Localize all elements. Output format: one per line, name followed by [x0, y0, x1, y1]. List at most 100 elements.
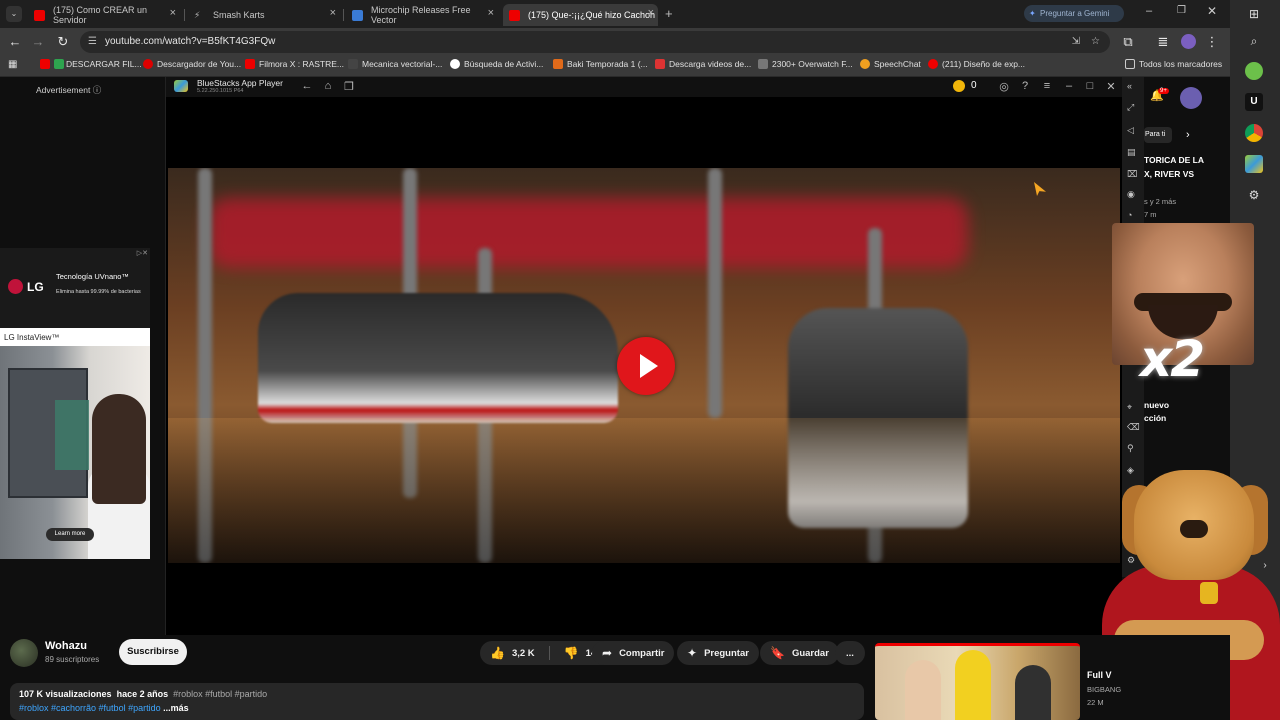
- bookmark-item[interactable]: Baki Temporada 1 (...: [553, 59, 648, 69]
- multi-instance-icon[interactable]: ❐: [342, 80, 356, 93]
- bookmark-item[interactable]: (211) Diseño de exp...: [928, 59, 1025, 69]
- all-bookmarks-folder[interactable]: Todos los marcadores: [1125, 59, 1222, 69]
- share-button[interactable]: ➦ Compartir: [592, 641, 675, 665]
- close-tab-icon[interactable]: ×: [648, 7, 654, 19]
- filter-chip-para-ti[interactable]: Para ti: [1144, 127, 1172, 143]
- menu-icon[interactable]: ≡: [1040, 80, 1054, 92]
- bookmark-item[interactable]: Descarga videos de...: [655, 59, 751, 69]
- smash-karts-icon: ⚡: [194, 9, 201, 20]
- description-box[interactable]: 107 K visualizaciones hace 2 años #roblo…: [10, 683, 864, 720]
- bookmark-item[interactable]: Descargador de You...: [143, 59, 241, 69]
- subscribe-button[interactable]: Suscribirse: [119, 639, 187, 665]
- thumbs-up-icon[interactable]: 👍: [490, 646, 505, 660]
- new-tab-button[interactable]: +: [665, 6, 673, 21]
- sparkle-icon: ✦: [687, 646, 698, 660]
- close-icon[interactable]: ✕: [1104, 80, 1118, 93]
- rec-title-line1[interactable]: TORICA DE LA: [1144, 155, 1204, 165]
- profile-avatar[interactable]: [1181, 34, 1196, 49]
- collapse-icon[interactable]: «: [1127, 81, 1132, 91]
- eraser-icon[interactable]: ⌫: [1127, 422, 1140, 433]
- windows-icon[interactable]: ⊞: [1245, 5, 1263, 23]
- lg-logo-icon: [8, 279, 23, 294]
- u-app-icon[interactable]: U: [1245, 93, 1263, 111]
- hashtags[interactable]: #roblox #futbol #partido: [173, 689, 267, 699]
- overwatch-icon: [758, 59, 768, 69]
- ask-button[interactable]: ✦ Preguntar: [677, 641, 759, 665]
- reading-list-icon[interactable]: ≣: [1155, 34, 1171, 50]
- rec2-title-line2[interactable]: cción: [1144, 413, 1166, 423]
- home-icon[interactable]: ⌂: [321, 80, 335, 92]
- apps-grid-icon[interactable]: ▦: [8, 59, 17, 70]
- learn-more-button[interactable]: Learn more: [46, 528, 94, 541]
- recommended-video-thumbnail[interactable]: [875, 643, 1080, 720]
- site-info-icon[interactable]: ☰: [88, 31, 97, 53]
- location-icon[interactable]: ⌖: [1127, 402, 1132, 413]
- channel-name[interactable]: Wohazu: [45, 640, 87, 652]
- install-icon[interactable]: ⇲: [1072, 31, 1080, 53]
- bookmark-item[interactable]: Filmora X : RASTRE...: [245, 59, 344, 69]
- rec-title-line2[interactable]: X, RIVER VS: [1144, 169, 1194, 179]
- hashtags[interactable]: #roblox #cachorrão #futbol #partido: [19, 703, 161, 713]
- play-button[interactable]: [617, 337, 675, 395]
- thumbs-down-icon[interactable]: 👎: [564, 646, 579, 660]
- bookmark-item[interactable]: Búsqueda de Activi...: [450, 59, 543, 69]
- more-actions-button[interactable]: ...: [835, 641, 865, 665]
- tab-microchip[interactable]: Microchip Releases Free Vector ×: [346, 4, 498, 26]
- bookmark-star-icon[interactable]: ☆: [1091, 31, 1100, 53]
- lg-ad-card[interactable]: ▷✕ LG Tecnología UVnano™ Elimina hasta 9…: [0, 248, 150, 559]
- show-more-link[interactable]: ...más: [163, 703, 189, 713]
- gemini-button[interactable]: ✦ Preguntar a Gemini: [1024, 5, 1124, 22]
- keyboard-icon[interactable]: ▤: [1127, 147, 1136, 158]
- record-icon[interactable]: ◉: [1127, 189, 1135, 200]
- user-avatar[interactable]: [1180, 87, 1202, 109]
- reload-icon[interactable]: ↻: [55, 34, 71, 50]
- tab-que-hizo-cachon[interactable]: (175) Que-:¡¡¿Qué hizo Cachon ×: [503, 4, 658, 26]
- recommended-channel: BIGBANG: [1087, 685, 1122, 694]
- forward-arrow-icon[interactable]: →: [30, 34, 46, 49]
- info-icon[interactable]: ⓘ: [93, 85, 102, 95]
- bookmark-label: Mecanica vectorial-...: [362, 59, 443, 69]
- video-player[interactable]: [166, 97, 1122, 635]
- extensions-icon[interactable]: ⧉: [1120, 34, 1136, 50]
- url-input[interactable]: ☰ youtube.com/watch?v=B5fKT4G3FQw ⇲ ☆: [80, 31, 1110, 53]
- chrome-icon[interactable]: [1245, 124, 1263, 142]
- tab-smash-karts[interactable]: ⚡ Smash Karts ×: [188, 4, 340, 26]
- maximize-icon[interactable]: □: [1083, 80, 1097, 92]
- gear-icon[interactable]: ⚙: [1245, 186, 1263, 204]
- restore-window-button[interactable]: ❐: [1177, 5, 1186, 16]
- bookmark-item[interactable]: 2300+ Overwatch F...: [758, 59, 853, 69]
- menu-dots-icon[interactable]: ⋮: [1204, 34, 1220, 50]
- timer-icon[interactable]: ◔: [1127, 210, 1132, 220]
- bookmark-item[interactable]: DESCARGAR FIL...: [40, 59, 142, 69]
- minimize-icon[interactable]: –: [1062, 80, 1076, 92]
- account-icon[interactable]: ◎: [997, 80, 1011, 93]
- close-window-button[interactable]: ✕: [1207, 4, 1217, 18]
- save-button[interactable]: 🔖 Guardar: [760, 641, 839, 665]
- channel-avatar[interactable]: [10, 639, 38, 667]
- bluestacks-icon[interactable]: [1245, 155, 1263, 173]
- help-icon[interactable]: ?: [1018, 80, 1032, 92]
- search-icon[interactable]: ⌕: [1245, 32, 1263, 50]
- divider: [548, 646, 550, 660]
- ad-choices-icon[interactable]: ▷✕: [137, 249, 148, 257]
- close-tab-icon[interactable]: ×: [330, 7, 336, 19]
- like-count[interactable]: 3,2 K: [512, 648, 535, 659]
- bookmark-item[interactable]: Mecanica vectorial-...: [348, 59, 442, 69]
- tab-como-crear[interactable]: (175) Como CREAR un Servidor ×: [28, 4, 180, 26]
- fullscreen-icon[interactable]: ⤢: [1127, 102, 1134, 113]
- gamepad-icon[interactable]: ⌧: [1127, 169, 1137, 180]
- back-arrow-icon[interactable]: ←: [7, 34, 23, 49]
- rec2-title-line1[interactable]: nuevo: [1144, 400, 1169, 410]
- close-tab-icon[interactable]: ×: [488, 7, 494, 19]
- left-sneaker: [258, 293, 618, 423]
- close-tab-icon[interactable]: ×: [170, 7, 176, 19]
- pin-icon[interactable]: ⚲: [1127, 443, 1134, 454]
- recommended-title[interactable]: Full V: [1087, 670, 1112, 680]
- minimize-window-button[interactable]: –: [1146, 5, 1152, 17]
- volume-icon[interactable]: ◁: [1127, 125, 1134, 136]
- tab-search-icon[interactable]: ⌄: [6, 6, 22, 22]
- green-app-icon[interactable]: [1245, 62, 1263, 80]
- chevron-right-icon[interactable]: ›: [1186, 129, 1190, 141]
- bookmark-item[interactable]: SpeechChat: [860, 59, 921, 69]
- back-icon[interactable]: ←: [300, 80, 314, 92]
